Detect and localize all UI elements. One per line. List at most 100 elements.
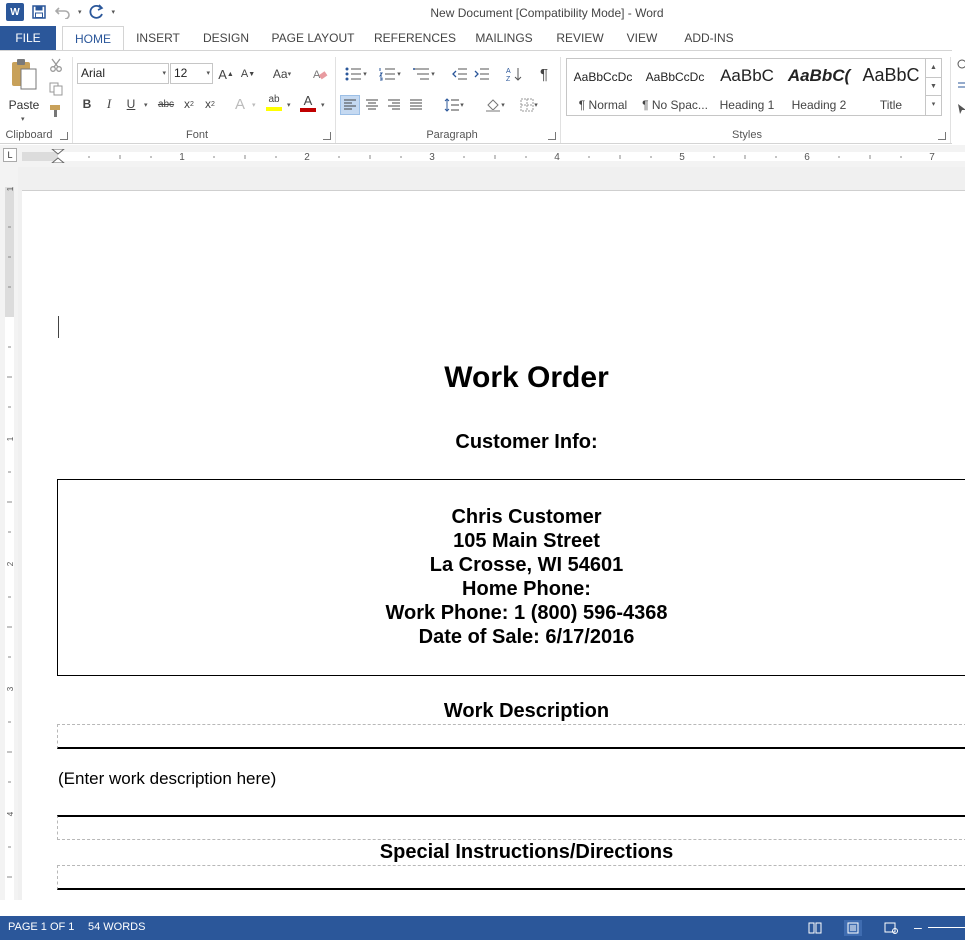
styles-gallery: AaBbCcDc ¶ Normal AaBbCcDc ¶ No Spac... … — [566, 58, 942, 116]
ruler-number: 4 — [6, 811, 15, 816]
shading-button[interactable]: ▾ — [480, 95, 510, 115]
bold-button[interactable]: B — [77, 94, 97, 114]
font-size-combo[interactable]: 12 ▾ — [170, 63, 213, 84]
align-right-button[interactable] — [384, 95, 404, 115]
styles-group-label: Styles — [732, 129, 762, 141]
web-layout-icon[interactable] — [882, 920, 900, 936]
customer-info-heading[interactable]: Customer Info: — [58, 431, 965, 454]
customer-work-phone[interactable]: Work Phone: 1 (800) 596-4368 — [58, 601, 965, 625]
numbering-button[interactable]: ▾ — [376, 64, 404, 84]
format-painter-icon[interactable] — [46, 101, 66, 121]
tab-mailings[interactable]: MAILINGS — [470, 26, 538, 50]
highlight-color-swatch — [266, 107, 282, 111]
tab-file[interactable]: FILE — [0, 26, 56, 50]
line-spacing-button[interactable]: ▾ — [440, 95, 468, 115]
replace-icon[interactable] — [956, 80, 965, 94]
grow-font-button[interactable]: A ▲ — [216, 64, 236, 84]
customer-date-of-sale[interactable]: Date of Sale: 6/17/2016 — [58, 625, 965, 649]
print-layout-icon[interactable] — [844, 920, 862, 936]
group-divider — [72, 57, 73, 143]
find-icon[interactable] — [956, 58, 965, 72]
zoom-out-button[interactable]: – — [914, 919, 922, 935]
style-title[interactable]: AaBbC Title — [855, 59, 927, 115]
customer-home-phone[interactable]: Home Phone: — [58, 577, 965, 601]
horizontal-ruler-area: L 1 2 3 4 5 6 7 — [0, 145, 965, 167]
page-count-status[interactable]: PAGE 1 OF 1 — [8, 921, 74, 933]
styles-launcher-icon[interactable] — [938, 132, 946, 140]
style-normal[interactable]: AaBbCcDc ¶ Normal — [567, 59, 639, 115]
style-heading-2[interactable]: AaBbC( Heading 2 — [783, 59, 855, 115]
increase-indent-icon[interactable] — [472, 64, 492, 84]
text-effects-button[interactable]: A — [230, 94, 250, 114]
horizontal-ruler[interactable]: 1 2 3 4 5 6 7 — [22, 149, 965, 163]
tab-home[interactable]: HOME — [62, 26, 124, 50]
customer-street[interactable]: 105 Main Street — [58, 529, 965, 553]
bullets-button[interactable]: ▾ — [342, 64, 370, 84]
multilevel-list-button[interactable]: ▾ — [410, 64, 438, 84]
change-case-button[interactable]: Aa ▾ — [268, 64, 296, 84]
styles-more-icon[interactable]: ▾ — [926, 95, 941, 113]
zoom-slider[interactable] — [928, 927, 965, 928]
paste-icon — [12, 59, 37, 90]
customer-name[interactable]: Chris Customer — [58, 505, 965, 529]
align-center-button[interactable] — [362, 95, 382, 115]
work-description-placeholder[interactable]: (Enter work description here) — [58, 769, 276, 789]
read-mode-icon[interactable] — [806, 920, 824, 936]
customer-city[interactable]: La Crosse, WI 54601 — [58, 553, 965, 577]
justify-button[interactable] — [406, 95, 426, 115]
tab-insert[interactable]: INSERT — [132, 26, 184, 50]
font-color-dropdown-icon[interactable]: ▾ — [321, 101, 325, 109]
word-count-status[interactable]: 54 WORDS — [88, 921, 145, 933]
paragraph-launcher-icon[interactable] — [548, 132, 556, 140]
font-size-value: 12 — [174, 66, 188, 80]
vertical-ruler[interactable]: 1 1 2 3 4 — [0, 167, 18, 900]
ribbon-tabs: FILE HOME INSERT DESIGN PAGE LAYOUT REFE… — [0, 26, 965, 50]
highlight-dropdown-icon[interactable]: ▾ — [287, 101, 291, 109]
copy-icon[interactable] — [46, 79, 66, 99]
font-color-button[interactable]: A — [298, 93, 318, 113]
borders-button[interactable]: ▾ — [514, 95, 544, 115]
select-icon[interactable] — [956, 102, 965, 116]
decrease-indent-icon[interactable] — [450, 64, 470, 84]
tab-add-ins[interactable]: ADD-INS — [678, 26, 740, 50]
clear-formatting-icon[interactable]: A — [310, 64, 330, 84]
underline-dropdown-icon[interactable]: ▾ — [144, 101, 148, 109]
align-left-button[interactable] — [340, 95, 360, 115]
tab-review[interactable]: REVIEW — [552, 26, 608, 50]
subscript-button[interactable]: x2 — [179, 94, 199, 114]
style-no-spacing[interactable]: AaBbCcDc ¶ No Spac... — [639, 59, 711, 115]
tab-page-layout[interactable]: PAGE LAYOUT — [268, 26, 358, 50]
tab-view[interactable]: VIEW — [622, 26, 662, 50]
ruler-number: 3 — [6, 686, 15, 691]
clipboard-launcher-icon[interactable] — [60, 132, 68, 140]
ruler-number: 5 — [679, 152, 685, 163]
shrink-font-button[interactable]: A ▼ — [238, 64, 258, 84]
cut-icon[interactable] — [46, 55, 66, 75]
special-instructions-heading[interactable]: Special Instructions/Directions — [58, 841, 965, 864]
highlight-button[interactable]: ab — [263, 93, 285, 113]
styles-up-icon[interactable]: ▲ — [926, 59, 941, 77]
underline-button[interactable]: U — [121, 94, 141, 114]
paste-dropdown-icon: ▾ — [21, 116, 25, 123]
table-row[interactable] — [57, 724, 965, 749]
customer-info-lines[interactable]: Chris Customer 105 Main Street La Crosse… — [58, 505, 965, 649]
italic-button[interactable]: I — [99, 94, 119, 114]
show-marks-button[interactable]: ¶ — [534, 64, 554, 84]
tab-selector-button[interactable]: L — [3, 148, 17, 162]
font-launcher-icon[interactable] — [323, 132, 331, 140]
work-description-heading[interactable]: Work Description — [58, 700, 965, 723]
tab-references[interactable]: REFERENCES — [374, 26, 456, 50]
document-title[interactable]: Work Order — [58, 361, 965, 395]
table-row[interactable] — [57, 815, 965, 840]
paste-button[interactable]: Paste ▾ — [6, 57, 42, 123]
tab-design[interactable]: DESIGN — [198, 26, 254, 50]
superscript-button[interactable]: x2 — [200, 94, 220, 114]
sort-icon[interactable]: AZ — [504, 64, 524, 84]
style-heading-1[interactable]: AaBbC Heading 1 — [711, 59, 783, 115]
text-effects-dropdown-icon[interactable]: ▾ — [252, 101, 256, 109]
styles-down-icon[interactable]: ▼ — [926, 77, 941, 95]
strikethrough-button[interactable]: abc — [155, 94, 177, 114]
editing-group-partial — [952, 50, 965, 144]
font-name-combo[interactable]: Arial ▾ — [77, 63, 169, 84]
table-row[interactable] — [57, 865, 965, 890]
